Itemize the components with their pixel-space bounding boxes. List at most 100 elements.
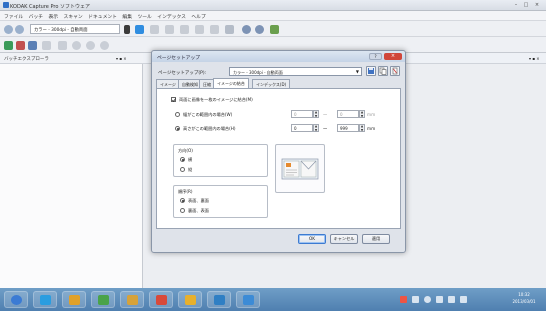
taskbar-app-5[interactable] (149, 291, 173, 308)
height-unit: mm (367, 126, 376, 131)
window-title: KODAK Capture Pro ソフトウェア (10, 4, 90, 10)
cursor-icon[interactable] (165, 25, 174, 34)
view-icon[interactable] (225, 25, 234, 34)
height-from-spinner[interactable]: ▲ ▼ (313, 124, 319, 132)
width-range-radio[interactable] (175, 112, 180, 117)
system-tray (400, 295, 500, 304)
height-range-radio[interactable] (175, 126, 180, 131)
order-group: 順序(R) 表面、裏面 裏面、表面 (173, 185, 268, 218)
grid-icon[interactable] (270, 25, 279, 34)
merge-checkbox[interactable] (171, 97, 176, 102)
redo-icon[interactable] (86, 41, 95, 50)
order-front-back-radio[interactable] (180, 198, 185, 203)
explorer-controls[interactable]: ▾ ▪ × (116, 56, 127, 61)
order-back-front-label: 裏面、表面 (188, 208, 209, 213)
clock-date: 2013/03/01 (512, 299, 536, 304)
start-button[interactable] (4, 291, 28, 308)
page-setup-dialog: ページセットアップ ? × ページセットアップ(P): カラー - 300dpi… (151, 50, 406, 253)
refresh-icon[interactable] (100, 41, 109, 50)
merge-checkbox-label: 両面に画像を一枚のイメージに結合(M) (179, 97, 253, 102)
taskbar-app-8[interactable] (236, 291, 260, 308)
minimize-button[interactable]: – (512, 2, 520, 8)
scan-icon[interactable] (135, 25, 144, 34)
menu-help[interactable]: ヘルプ (191, 13, 205, 20)
edit-icon[interactable] (42, 41, 51, 50)
ok-button[interactable]: OK (298, 234, 326, 244)
network-icon[interactable] (412, 296, 419, 303)
dropdown-arrow-icon[interactable] (124, 25, 130, 34)
main-view-controls[interactable]: ▾ ▪ × (529, 56, 540, 61)
height-from-input[interactable]: 0 (291, 124, 313, 132)
taskbar-app-1[interactable] (33, 291, 57, 308)
tab-index[interactable]: インデックス(D) (252, 79, 291, 88)
keyboard-icon[interactable] (448, 296, 455, 303)
volume-icon[interactable] (424, 296, 431, 303)
taskbar-app-3[interactable] (91, 291, 115, 308)
height-to-input[interactable]: 999 (337, 124, 359, 132)
maximize-button[interactable]: □ (522, 2, 530, 8)
scan-setting-combo[interactable]: カラー - 300dpi - 自動両面 (30, 24, 120, 34)
clock[interactable]: 10:32 2013/03/01 (505, 291, 543, 308)
notification-icon[interactable] (400, 296, 407, 303)
folder-icon[interactable] (28, 41, 37, 50)
width-to-spinner[interactable]: ▲ ▼ (359, 110, 365, 118)
order-back-front-radio[interactable] (180, 208, 185, 213)
page-view-icon[interactable] (58, 41, 67, 50)
undo-icon[interactable] (72, 41, 81, 50)
menu-document[interactable]: ドキュメント (88, 13, 117, 20)
delete-setup-icon[interactable] (390, 66, 400, 76)
page-setup-combo[interactable]: カラー - 300dpi - 自動両面 ▼ (229, 67, 362, 76)
width-from-spinner[interactable]: ▲ ▼ (313, 110, 319, 118)
forward-icon[interactable] (15, 25, 24, 34)
copy-setup-icon[interactable] (378, 66, 388, 76)
image-merge-panel: 両面に画像を一枚のイメージに結合(M) 幅がこの範囲内の場合(W) 0 ▲ ▼ 〜… (156, 88, 401, 229)
page-icon[interactable] (150, 25, 159, 34)
direction-vertical-radio[interactable] (180, 167, 185, 172)
height-to-spinner[interactable]: ▲ ▼ (359, 124, 365, 132)
zoom-out-icon[interactable] (255, 25, 264, 34)
batch-explorer-panel[interactable] (0, 64, 143, 288)
taskbar (0, 288, 546, 311)
direction-title: 方向(O) (178, 148, 193, 153)
taskbar-app-4[interactable] (120, 291, 144, 308)
page-setup-combo-value: カラー - 300dpi - 自動両面 (233, 69, 283, 75)
batch-icon[interactable] (4, 41, 13, 50)
menu-file[interactable]: ファイル (4, 13, 23, 20)
height-range-sep: 〜 (323, 126, 328, 131)
save-setup-icon[interactable] (366, 66, 376, 76)
taskbar-app-2[interactable] (62, 291, 86, 308)
toolbar-top: カラー - 300dpi - 自動両面 (0, 21, 546, 37)
tray-icon[interactable] (460, 296, 467, 303)
menu-index[interactable]: インデックス (157, 13, 186, 20)
taskbar-app-6[interactable] (178, 291, 202, 308)
magnify-icon[interactable] (210, 25, 219, 34)
width-from-input[interactable]: 0 (291, 110, 313, 118)
rotate-icon[interactable] (195, 25, 204, 34)
battery-icon[interactable] (436, 296, 443, 303)
tab-image-merge[interactable]: イメージの結合 (213, 78, 249, 88)
tab-image[interactable]: イメージ (156, 79, 180, 88)
dialog-help-button[interactable]: ? (369, 53, 382, 60)
dialog-close-button[interactable]: × (384, 53, 402, 60)
page-setup-label: ページセットアップ(P): (158, 71, 207, 76)
menu-batch[interactable]: バッチ (29, 13, 43, 20)
delete-icon[interactable] (16, 41, 25, 50)
width-to-input[interactable]: 0 (337, 110, 359, 118)
zoom-in-icon[interactable] (242, 25, 251, 34)
menu-scan[interactable]: スキャン (64, 13, 83, 20)
height-range-label: 高さがこの範囲内の場合(H) (183, 126, 236, 131)
close-button[interactable]: × (533, 2, 541, 8)
menu-edit[interactable]: 編集 (122, 13, 132, 20)
direction-horizontal-radio[interactable] (180, 157, 185, 162)
app-icon (3, 2, 9, 8)
back-icon[interactable] (4, 25, 13, 34)
cancel-button[interactable]: キャンセル (330, 234, 358, 244)
width-range-label: 幅がこの範囲内の場合(W) (183, 112, 233, 117)
taskbar-app-7[interactable] (207, 291, 231, 308)
document-icon[interactable] (180, 25, 189, 34)
direction-group: 方向(O) 横 縦 (173, 144, 268, 177)
order-front-back-label: 表面、裏面 (188, 198, 209, 203)
menu-tools[interactable]: ツール (137, 13, 151, 20)
apply-button[interactable]: 適用 (362, 234, 390, 244)
menu-view[interactable]: 表示 (48, 13, 58, 20)
